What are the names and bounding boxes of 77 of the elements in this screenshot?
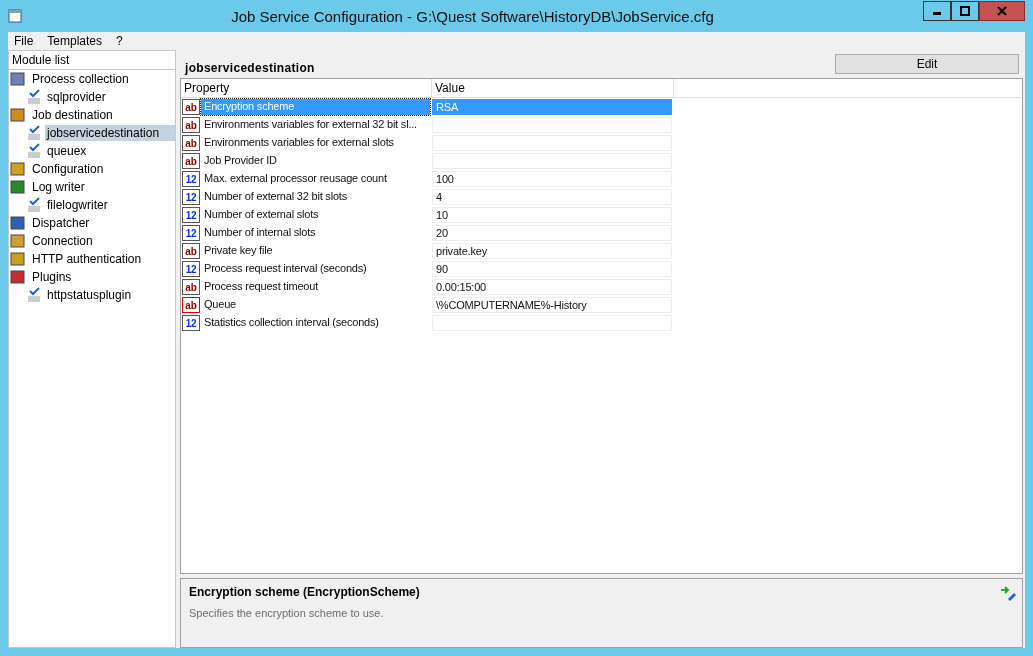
tree-item[interactable]: sqlprovider — [45, 89, 108, 105]
exe-icon — [27, 89, 41, 105]
minimize-button[interactable] — [923, 1, 951, 21]
tree-item[interactable]: httpstatusplugin — [45, 287, 134, 303]
property-name[interactable]: Number of external slots — [201, 207, 430, 223]
description-text: Specifies the encryption scheme to use. — [189, 607, 385, 619]
property-name[interactable]: Environments variables for external slots — [201, 135, 430, 151]
module-icon — [10, 179, 26, 195]
menu-item[interactable]: ? — [116, 34, 123, 48]
property-value[interactable]: \%COMPUTERNAME%-History — [432, 297, 672, 313]
property-value[interactable]: 4 — [432, 189, 672, 205]
module-icon — [10, 215, 26, 231]
module-icon — [10, 251, 26, 267]
tree-item[interactable]: Connection — [30, 233, 95, 249]
tree-item[interactable]: filelogwriter — [45, 197, 110, 213]
property-name[interactable]: Queue — [201, 297, 430, 313]
close-icon — [997, 6, 1007, 16]
module-icon — [10, 71, 26, 87]
property-name[interactable]: Number of external 32 bit slots — [201, 189, 430, 205]
exe-icon — [27, 143, 41, 159]
property-value[interactable]: 10 — [432, 207, 672, 223]
module-icon — [10, 161, 26, 177]
property-name[interactable]: Process request interval (seconds) — [201, 261, 430, 277]
module-list-header: Module list — [9, 51, 175, 70]
text-type-icon: ab — [182, 153, 200, 169]
maximize-icon — [960, 6, 970, 16]
property-name[interactable]: Number of internal slots — [201, 225, 430, 241]
exe-icon — [27, 287, 41, 303]
property-name[interactable]: Process request timeout — [201, 279, 430, 295]
tree-item[interactable]: Configuration — [30, 161, 106, 177]
property-value[interactable]: 100 — [432, 171, 672, 187]
number-type-icon: 12 — [182, 207, 200, 223]
property-value[interactable]: private.key — [432, 243, 672, 259]
text-type-icon: ab — [182, 99, 200, 115]
text-type-icon: ab — [182, 279, 200, 295]
property-name[interactable]: Statistics collection interval (seconds) — [201, 315, 430, 331]
tree-item[interactable]: queuex — [45, 143, 89, 159]
arrow-pencil-icon[interactable] — [1000, 585, 1016, 601]
maximize-button[interactable] — [951, 1, 979, 21]
property-value[interactable]: 0.00:15:00 — [432, 279, 672, 295]
property-name[interactable]: Job Provider ID — [201, 153, 430, 169]
window-title: Job Service Configuration - G:\Quest Software\HistoryDB\JobService.cfg — [230, 7, 715, 25]
module-icon — [10, 107, 26, 123]
tree-item[interactable]: Plugins — [30, 269, 74, 285]
tree-item[interactable]: Dispatcher — [30, 215, 92, 231]
text-type-icon: ab — [182, 117, 200, 133]
close-button[interactable] — [979, 1, 1025, 21]
property-name[interactable]: Max. external processor reusage count — [201, 171, 430, 187]
number-type-icon: 12 — [182, 315, 200, 331]
text-type-icon: ab — [182, 243, 200, 259]
exe-icon — [27, 125, 41, 141]
text-type-icon: ab — [182, 135, 200, 151]
module-icon — [10, 233, 26, 249]
edit-button[interactable]: Edit — [835, 54, 1019, 74]
number-type-icon: 12 — [182, 261, 200, 277]
app-icon — [8, 9, 22, 23]
module-icon — [10, 269, 26, 285]
menu-item[interactable]: File — [14, 34, 34, 48]
description-title: Encryption scheme (EncryptionScheme) — [189, 585, 420, 599]
menu-item[interactable]: Templates — [47, 34, 103, 48]
module-title: jobservicedestination — [185, 61, 315, 75]
number-type-icon: 12 — [182, 171, 200, 187]
text-type-icon: ab — [182, 297, 200, 313]
property-name[interactable]: Environments variables for external 32 bit sl... — [201, 117, 430, 133]
number-type-icon: 12 — [182, 225, 200, 241]
column-header: Value — [432, 79, 674, 97]
property-name[interactable]: Private key file — [201, 243, 430, 259]
property-value[interactable]: 90 — [432, 261, 672, 277]
tree-item[interactable]: HTTP authentication — [30, 251, 144, 267]
tree-item[interactable]: Log writer — [30, 179, 87, 195]
tree-item[interactable]: jobservicedestination — [45, 125, 175, 141]
property-value[interactable]: 20 — [432, 225, 672, 241]
column-header: Property — [181, 79, 432, 97]
tree-item[interactable]: Process collection — [30, 71, 131, 87]
exe-icon — [27, 197, 41, 213]
number-type-icon: 12 — [182, 189, 200, 205]
tree-item[interactable]: Job destination — [30, 107, 115, 123]
